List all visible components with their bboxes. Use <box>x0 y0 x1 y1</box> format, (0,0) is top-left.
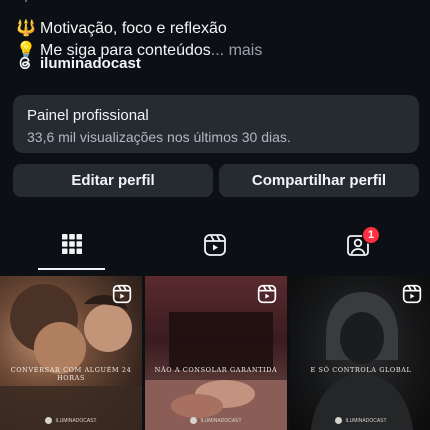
bio-line-motivation: 🔱 Motivação, foco e reflexão <box>16 18 426 40</box>
professional-dashboard-card[interactable]: Painel profissional 33,6 mil visualizaçõ… <box>13 95 419 153</box>
post-watermark: ILUMINADOCAST <box>0 417 142 424</box>
threads-icon <box>19 56 30 70</box>
threads-handle: iluminadocast <box>40 54 141 72</box>
post-caption: E SÓ CONTROLA GLOBAL <box>310 366 412 374</box>
bio-line-partial: ⚲ <box>16 0 426 7</box>
grid-icon <box>61 234 82 254</box>
reels-icon <box>402 284 422 304</box>
reels-icon <box>203 234 226 256</box>
active-tab-indicator <box>38 268 105 270</box>
dashboard-subtitle: 33,6 mil visualizações nos últimos 30 di… <box>27 129 291 145</box>
profile-bio: ⚲ 🔱Motivação, foco e reflexão 💡Me siga p… <box>16 0 426 62</box>
post-caption: CONVERSAR COM ALGUÉM 24 HORAS <box>10 366 132 382</box>
tab-posts-grid[interactable] <box>0 222 143 270</box>
edit-profile-button[interactable]: Editar perfil <box>13 164 213 197</box>
post-tile[interactable]: NÃO A CONSOLAR GARANTIDA ILUMINADOCAST <box>145 276 287 430</box>
tab-reels[interactable] <box>143 222 286 270</box>
partial-icon: ⚲ <box>16 0 36 7</box>
post-tile[interactable]: CONVERSAR COM ALGUÉM 24 HORAS ILUMINADOC… <box>0 276 142 430</box>
post-watermark: ILUMINADOCAST <box>290 417 430 424</box>
notification-badge: 1 <box>362 226 380 244</box>
reels-icon <box>257 284 277 304</box>
logo-icon <box>335 417 343 424</box>
reels-icon <box>112 284 132 304</box>
trident-icon: 🔱 <box>16 20 36 37</box>
share-profile-button[interactable]: Compartilhar perfil <box>219 164 419 197</box>
logo-icon <box>45 417 53 424</box>
profile-tabs: 1 <box>0 222 430 270</box>
post-watermark: ILUMINADOCAST <box>145 417 287 424</box>
post-caption: NÃO A CONSOLAR GARANTIDA <box>154 366 278 374</box>
bio-text-motivation: Motivação, foco e reflexão <box>40 20 227 37</box>
threads-link[interactable]: iluminadocast <box>16 54 141 72</box>
bio-more-link[interactable]: ... mais <box>211 42 263 59</box>
logo-icon <box>190 417 198 424</box>
post-tile[interactable]: E SÓ CONTROLA GLOBAL ILUMINADOCAST <box>290 276 430 430</box>
posts-grid: CONVERSAR COM ALGUÉM 24 HORAS ILUMINADOC… <box>0 276 430 430</box>
dashboard-title: Painel profissional <box>27 107 149 124</box>
tab-tagged[interactable]: 1 <box>286 222 429 270</box>
